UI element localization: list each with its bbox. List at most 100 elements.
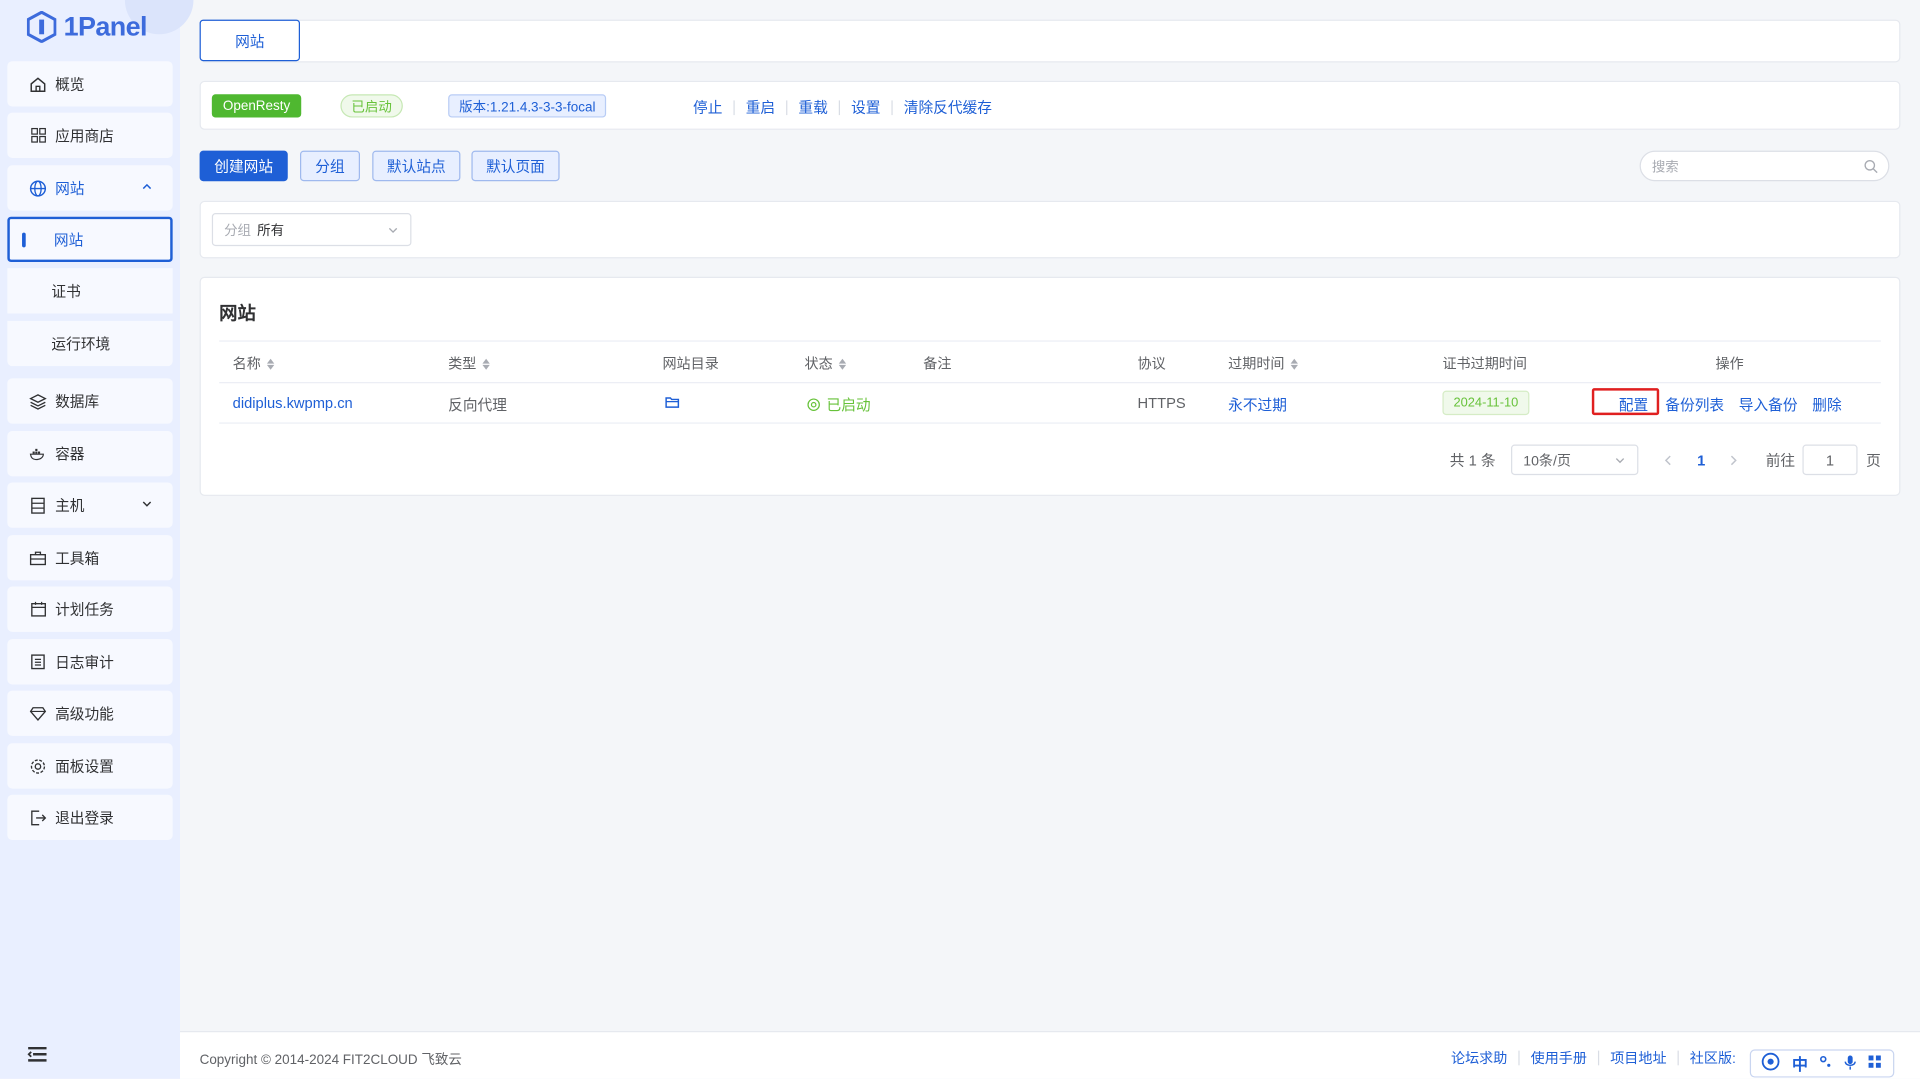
diamond-icon [29, 705, 47, 722]
page-size-value: 10条/页 [1523, 453, 1572, 469]
status-badge: 已启动 [340, 94, 403, 118]
page-number-current[interactable]: 1 [1697, 444, 1705, 475]
delete-link[interactable]: 删除 [1812, 394, 1841, 415]
microphone-icon[interactable] [1845, 1054, 1857, 1074]
backup-list-link[interactable]: 备份列表 [1665, 394, 1724, 415]
column-header-label: 备注 [923, 357, 952, 373]
tab-website[interactable]: 网站 [199, 19, 301, 62]
create-website-button[interactable]: 创建网站 [199, 150, 288, 182]
openresty-tag: OpenResty [211, 94, 302, 118]
chevron-up-icon [141, 179, 153, 196]
project-link[interactable]: 项目地址 [1610, 1048, 1666, 1068]
app-name: 1Panel [63, 11, 148, 42]
column-header-label: 状态 [804, 357, 833, 373]
settings-link[interactable]: 设置 [851, 97, 880, 118]
column-header-label: 证书过期时间 [1442, 357, 1527, 373]
sort-icon [838, 358, 847, 370]
sidebar-subitem-website[interactable]: 网站 [7, 216, 173, 263]
import-backup-link[interactable]: 导入备份 [1739, 394, 1798, 415]
sidebar-item-audit-log[interactable]: 日志审计 [7, 639, 173, 685]
default-site-button[interactable]: 默认站点 [372, 150, 461, 182]
website-name-link[interactable]: didiplus.kwpmp.cn [233, 394, 353, 411]
default-page-button[interactable]: 默认页面 [471, 150, 560, 182]
sidebar-item-overview[interactable]: 概览 [7, 61, 173, 107]
grid-icon [29, 127, 46, 144]
website-status[interactable]: 已启动 [807, 394, 871, 415]
sidebar-item-panel-settings[interactable]: 面板设置 [7, 743, 173, 789]
sidebar-item-label: 工具箱 [55, 549, 100, 567]
ifly-logo-icon[interactable] [1761, 1052, 1781, 1075]
sidebar-item-database[interactable]: 数据库 [7, 378, 173, 424]
forum-link[interactable]: 论坛求助 [1451, 1048, 1507, 1068]
sidebar-item-host[interactable]: 主机 [7, 482, 173, 528]
chevron-down-icon [1614, 454, 1626, 470]
gear-icon [29, 757, 46, 774]
app-logo[interactable]: 1Panel [26, 10, 148, 44]
cert-expire-badge: 2024-11-10 [1442, 390, 1530, 416]
docker-icon [29, 445, 46, 462]
sidebar-item-advanced[interactable]: 高级功能 [7, 690, 173, 736]
sidebar-item-website[interactable]: 网站 [7, 165, 173, 211]
sidebar-item-label: 面板设置 [55, 757, 114, 776]
footer-links: 论坛求助 使用手册 项目地址 社区版: [1451, 1048, 1736, 1068]
goto-label: 前往 [1765, 451, 1796, 469]
column-header-status[interactable]: 状态 [804, 354, 847, 374]
column-header-expire[interactable]: 过期时间 [1228, 354, 1298, 374]
group-button[interactable]: 分组 [300, 150, 361, 182]
sidebar-item-app-store[interactable]: 应用商店 [7, 112, 173, 158]
apps-grid-icon[interactable] [1868, 1054, 1883, 1072]
config-link[interactable]: 配置 [1619, 394, 1648, 415]
group-filter-value: 所有 [257, 223, 285, 239]
column-header-name[interactable]: 名称 [233, 354, 275, 374]
restart-link[interactable]: 重启 [746, 97, 775, 118]
server-icon [29, 497, 46, 514]
search-input[interactable]: 搜索 [1639, 150, 1890, 182]
reload-link[interactable]: 重载 [798, 97, 827, 118]
column-header-type[interactable]: 类型 [448, 354, 490, 374]
hexagon-logo-icon [26, 11, 57, 43]
divider [786, 99, 788, 115]
sidebar-subitem-runtime[interactable]: 运行环境 [7, 320, 173, 367]
search-placeholder: 搜索 [1651, 159, 1679, 175]
sidebar-item-label: 网站 [55, 180, 85, 198]
sidebar-subitem-label: 网站 [53, 231, 84, 249]
column-header-remark: 备注 [923, 354, 951, 374]
sidebar-subitem-label: 运行环境 [51, 335, 111, 353]
sidebar-item-cron[interactable]: 计划任务 [7, 586, 173, 632]
sidebar-item-label: 高级功能 [55, 705, 114, 723]
sidebar-item-logout[interactable]: 退出登录 [7, 794, 173, 841]
column-header-protocol: 协议 [1138, 354, 1166, 374]
goto-page-input[interactable]: 1 [1802, 444, 1858, 476]
website-expire-link[interactable]: 永不过期 [1228, 394, 1287, 415]
chevron-down-icon [141, 496, 153, 513]
divider [838, 99, 841, 115]
sidebar-item-container[interactable]: 容器 [7, 431, 173, 477]
app-window: 1Panel 概览 应用商店 网站 网站 证书 运行环境 数据库 容器 主机 工… [0, 0, 1920, 1079]
manual-link[interactable]: 使用手册 [1531, 1048, 1587, 1068]
ime-language-toggle[interactable]: 中 [1792, 1052, 1808, 1075]
stop-link[interactable]: 停止 [693, 97, 722, 118]
table-row-divider [219, 422, 1881, 424]
active-indicator [22, 232, 26, 248]
ime-toolbar[interactable]: 中 [1749, 1049, 1895, 1078]
sidebar: 1Panel 概览 应用商店 网站 网站 证书 运行环境 数据库 容器 主机 工… [0, 0, 194, 1079]
page-size-select[interactable]: 10条/页 [1511, 444, 1639, 476]
punctuation-icon[interactable] [1819, 1054, 1834, 1072]
sidebar-subitem-certificate[interactable]: 证书 [7, 268, 173, 314]
group-filter-select[interactable]: 分组 所有 [211, 213, 412, 247]
layers-icon [29, 392, 47, 410]
column-header-label: 名称 [232, 357, 261, 373]
collapse-menu-icon[interactable] [27, 1046, 48, 1067]
folder-icon[interactable] [665, 396, 680, 409]
logout-icon [29, 809, 47, 826]
column-header-label: 类型 [448, 357, 477, 373]
prev-page-icon[interactable] [1663, 444, 1673, 475]
clear-proxy-cache-link[interactable]: 清除反代缓存 [904, 97, 992, 118]
sidebar-item-toolbox[interactable]: 工具箱 [7, 535, 173, 581]
sidebar-item-label: 数据库 [55, 393, 100, 411]
sort-icon [266, 358, 275, 370]
next-page-icon[interactable] [1729, 444, 1739, 475]
sidebar-item-label: 概览 [55, 75, 85, 94]
divider [891, 99, 893, 115]
sidebar-item-label: 应用商店 [55, 127, 114, 145]
